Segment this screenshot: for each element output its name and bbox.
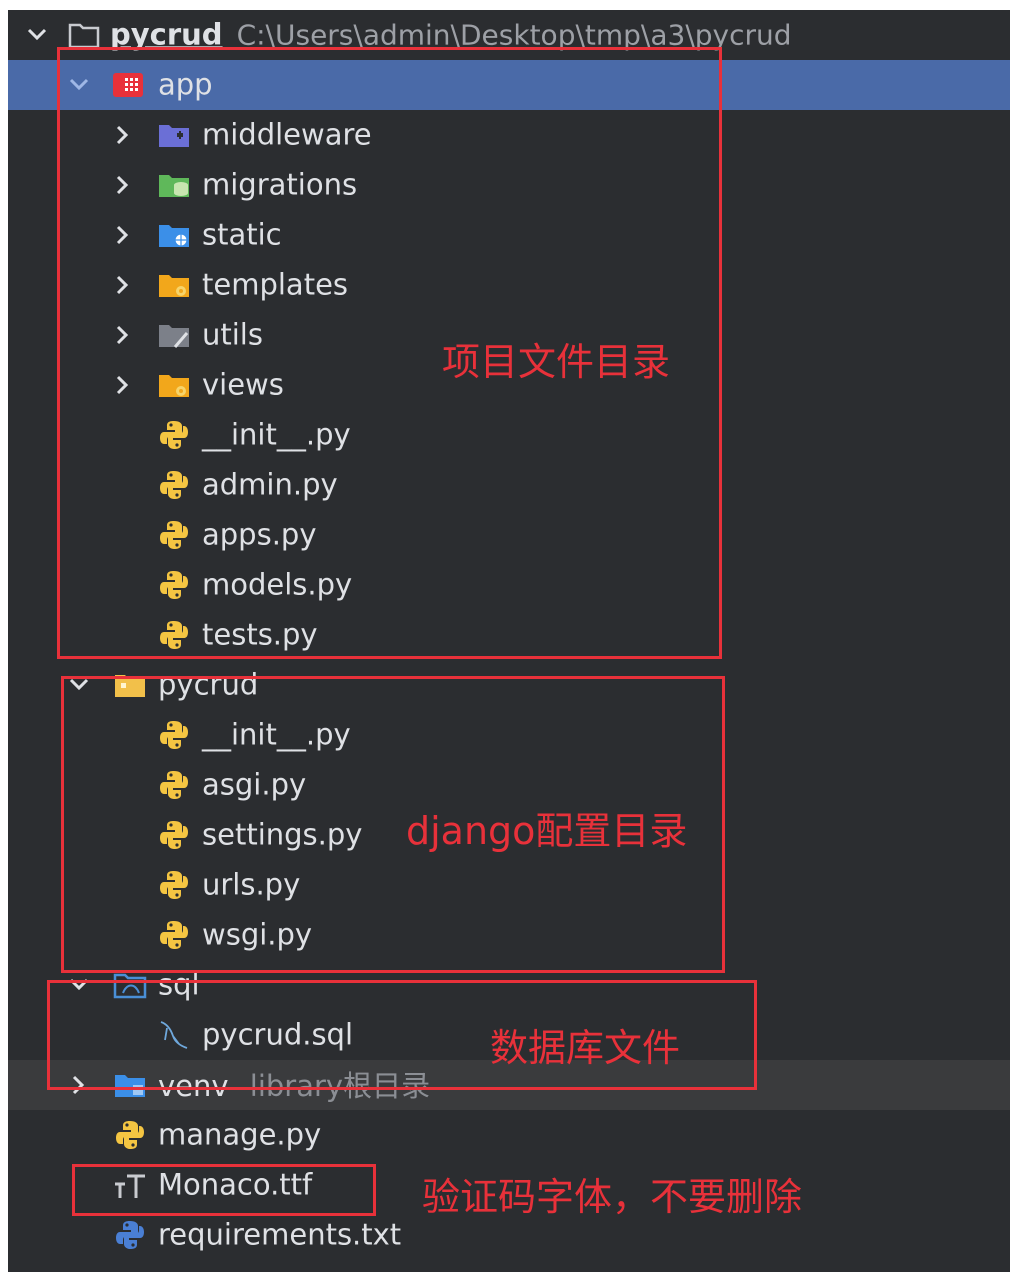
- tree-item-label: views: [202, 367, 284, 402]
- python-file-icon: [156, 867, 192, 903]
- tree-row-app-init[interactable]: __init__.py: [8, 410, 1010, 460]
- python-file-icon: [112, 1117, 148, 1153]
- tree-item-label: tests.py: [202, 617, 318, 652]
- tree-item-label: Monaco.ttf: [158, 1167, 313, 1202]
- tree-item-label: __init__.py: [202, 417, 351, 452]
- tree-row-urls[interactable]: urls.py: [8, 860, 1010, 910]
- tree-row-pycrud-dir[interactable]: pycrud: [8, 660, 1010, 710]
- tree-row-migrations[interactable]: migrations: [8, 160, 1010, 210]
- tree-row-middleware[interactable]: middleware: [8, 110, 1010, 160]
- project-tree: pycrud C:\Users\admin\Desktop\tmp\a3\pycr…: [8, 10, 1010, 1272]
- chevron-right-icon[interactable]: [108, 170, 138, 200]
- tree-item-label: models.py: [202, 567, 353, 602]
- django-app-folder-icon: [110, 67, 146, 103]
- chevron-down-icon[interactable]: [64, 70, 94, 100]
- project-name: pycrud: [110, 17, 223, 52]
- template-folder-icon: [156, 367, 192, 403]
- tree-item-label: asgi.py: [202, 767, 307, 802]
- tree-row-apps[interactable]: apps.py: [8, 510, 1010, 560]
- tree-row-templates[interactable]: templates: [8, 260, 1010, 310]
- python-file-icon: [156, 467, 192, 503]
- python-file-icon: [156, 517, 192, 553]
- sql-folder-icon: [112, 967, 148, 1003]
- tree-item-label: utils: [202, 317, 263, 352]
- chevron-down-icon[interactable]: [22, 20, 52, 50]
- tree-item-label: admin.py: [202, 467, 338, 502]
- tree-item-label: urls.py: [202, 867, 301, 902]
- python-file-icon: [156, 567, 192, 603]
- web-folder-icon: [156, 217, 192, 253]
- tree-item-label: __init__.py: [202, 717, 351, 752]
- python-file-icon: [156, 817, 192, 853]
- tree-item-label: venv: [158, 1069, 229, 1104]
- python-requirements-icon: [112, 1217, 148, 1253]
- database-folder-icon: [156, 167, 192, 203]
- tree-item-label: manage.py: [158, 1117, 322, 1152]
- annotation-project-dir: 项目文件目录: [442, 340, 671, 384]
- python-file-icon: [156, 917, 192, 953]
- chevron-down-icon[interactable]: [64, 970, 94, 1000]
- package-folder-icon: [112, 667, 148, 703]
- python-file-icon: [156, 617, 192, 653]
- library-root-label: library根目录: [249, 1069, 431, 1104]
- tree-item-label: middleware: [202, 117, 372, 152]
- tree-row-models[interactable]: models.py: [8, 560, 1010, 610]
- tree-item-label: settings.py: [202, 817, 363, 852]
- tree-row-manage[interactable]: manage.py: [8, 1110, 1010, 1160]
- library-folder-icon: [112, 1067, 148, 1103]
- python-file-icon: [156, 717, 192, 753]
- tree-item-label: requirements.txt: [158, 1217, 402, 1252]
- chevron-right-icon[interactable]: [108, 370, 138, 400]
- puzzle-folder-icon: [156, 117, 192, 153]
- mysql-dolphin-icon: [156, 1017, 192, 1053]
- tree-item-label: migrations: [202, 167, 358, 202]
- chevron-right-icon[interactable]: [64, 1070, 94, 1100]
- tree-item-label: pycrud: [158, 667, 259, 702]
- annotation-database-files: 数据库文件: [490, 1026, 681, 1070]
- python-file-icon: [156, 417, 192, 453]
- chevron-right-icon[interactable]: [108, 270, 138, 300]
- tree-item-label: templates: [202, 267, 349, 302]
- tree-item-label: app: [158, 67, 213, 102]
- tools-folder-icon: [156, 317, 192, 353]
- tree-item-label: apps.py: [202, 517, 317, 552]
- tree-item-label: sql: [158, 967, 200, 1002]
- tree-row-static[interactable]: static: [8, 210, 1010, 260]
- chevron-right-icon[interactable]: [108, 320, 138, 350]
- chevron-down-icon[interactable]: [64, 670, 94, 700]
- template-folder-icon: [156, 267, 192, 303]
- tree-item-label: static: [202, 217, 282, 252]
- annotation-captcha-font: 验证码字体，不要删除: [422, 1175, 803, 1219]
- tree-row-tests[interactable]: tests.py: [8, 610, 1010, 660]
- tree-row-sql[interactable]: sql: [8, 960, 1010, 1010]
- annotation-django-config: django配置目录: [406, 809, 688, 853]
- tree-row-project-root[interactable]: pycrud C:\Users\admin\Desktop\tmp\a3\pycr…: [8, 10, 1010, 60]
- tree-row-wsgi[interactable]: wsgi.py: [8, 910, 1010, 960]
- font-file-icon: [112, 1167, 148, 1203]
- chevron-right-icon[interactable]: [108, 220, 138, 250]
- tree-item-label: wsgi.py: [202, 917, 313, 952]
- module-folder-icon: [66, 17, 102, 53]
- tree-row-pycrud-init[interactable]: __init__.py: [8, 710, 1010, 760]
- python-file-icon: [156, 767, 192, 803]
- tree-item-label: pycrud.sql: [202, 1017, 354, 1052]
- tree-row-admin[interactable]: admin.py: [8, 460, 1010, 510]
- chevron-right-icon[interactable]: [108, 120, 138, 150]
- tree-row-app[interactable]: app: [8, 60, 1010, 110]
- project-path: C:\Users\admin\Desktop\tmp\a3\pycrud: [236, 18, 792, 52]
